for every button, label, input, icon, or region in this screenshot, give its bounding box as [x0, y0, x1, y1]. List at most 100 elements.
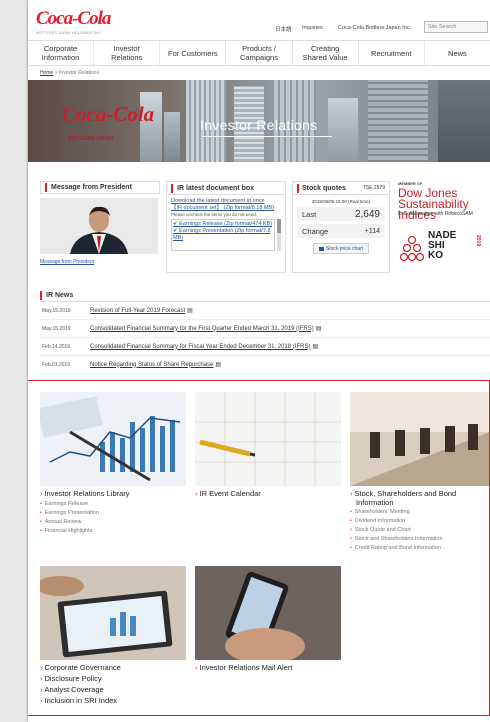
hero-logo: Coca-Cola	[62, 102, 155, 126]
site-logo-subtitle: BOTTLERS JAPAN HOLDINGS INC.	[36, 30, 102, 35]
analyst-coverage-label: Analyst Coverage	[44, 685, 104, 694]
language-link[interactable]: 日本語	[275, 25, 292, 33]
news-title[interactable]: Consolidated Financial Summary for Fisca…	[90, 344, 310, 350]
accent-bar	[171, 183, 173, 193]
news-item[interactable]: May.15.2019 Revision of Full-Year 2019 F…	[40, 302, 490, 320]
mail-alert-title: Investor Relations Mail Alert	[199, 663, 293, 672]
chevron-right-icon: ›	[40, 663, 43, 672]
breadcrumb-home[interactable]: Home	[40, 70, 53, 76]
nav-corporate-information[interactable]: Corporate Information	[28, 41, 95, 65]
earnings-presentation-checkbox[interactable]: ✔ Earnings Presentation (Zip format/7.8 …	[173, 228, 273, 242]
search-input[interactable]: Site Search	[424, 21, 488, 33]
smartphone-image	[195, 566, 341, 660]
mail-alert-link[interactable]: › Investor Relations Mail Alert	[195, 663, 292, 672]
earnings-presentation-label: Earnings Presentation (Zip format/7.8 MB…	[173, 228, 271, 241]
news-title[interactable]: Notice Regarding Status of Share Repurch…	[90, 362, 213, 368]
last-price-row: Last 2,649	[297, 207, 385, 221]
ir-news-header: IR News	[40, 291, 73, 300]
stock-shareholders-info-link[interactable]: Stock and Shareholders Information	[350, 535, 443, 544]
earnings-release-link[interactable]: Earnings Release	[40, 500, 99, 509]
news-item[interactable]: Feb.14.2019 Consolidated Financial Summa…	[40, 338, 490, 356]
chevron-right-icon: ›	[195, 489, 198, 498]
stock-quote-box: Stock quotes TSE:2579 2019/06/05 15:00 (…	[292, 181, 390, 273]
disclosure-policy-label: Disclosure Policy	[44, 674, 102, 683]
nav-label: Recruitment	[371, 48, 412, 58]
earnings-release-checkbox[interactable]: ✔ Earnings Release (Zip format/474 KB)	[173, 221, 273, 228]
nav-news[interactable]: News	[425, 41, 490, 65]
chevron-right-icon: ›	[350, 489, 353, 498]
dividend-information-link[interactable]: Dividend Information	[350, 517, 443, 526]
meeting-room-image	[350, 392, 490, 486]
breadcrumb-current: Investor Relations	[59, 70, 100, 76]
stock-shareholders-title: Stock, Shareholders and Bond	[354, 489, 457, 498]
nav-label: For Customers	[168, 48, 218, 58]
stock-datetime: 2019/06/05 15:00 (Real time)	[311, 199, 371, 204]
ir-library-link[interactable]: › Investor Relations Library	[40, 489, 130, 498]
pdf-icon: ▤	[315, 326, 322, 332]
sri-index-link[interactable]: › Inclusion in SRI Index	[40, 696, 117, 705]
ir-calendar-link[interactable]: › IR Event Calendar	[195, 489, 261, 498]
nadeshiko-logo[interactable]: NADE SHI KO 2019	[400, 231, 488, 267]
accent-bar	[40, 291, 42, 300]
news-item[interactable]: May.15.2019 Consolidated Financial Summa…	[40, 320, 490, 338]
news-item[interactable]: Feb.01.2019 Notice Regarding Status of S…	[40, 356, 490, 374]
document-set-link[interactable]: 【IR document set】 (Zip format/8.18 MB)	[171, 205, 281, 212]
nav-recruitment[interactable]: Recruitment	[359, 41, 425, 65]
stock-quote-chart-link[interactable]: Stock Quote and Chart	[350, 526, 443, 535]
nav-creating-shared-value[interactable]: Creating Shared Value	[293, 41, 359, 65]
financial-chart-image	[40, 392, 186, 486]
sri-index-label: Inclusion in SRI Index	[44, 696, 118, 705]
change-label: Change	[302, 226, 329, 236]
ccbji-link[interactable]: Coca-Cola Bottlers Japan Inc.	[338, 25, 411, 31]
site-logo[interactable]: Coca-Cola	[36, 8, 111, 30]
tablet-hands-image	[40, 566, 186, 660]
accent-bar	[297, 183, 299, 193]
checklist-scrollbar[interactable]	[277, 219, 281, 251]
shareholders-meeting-link[interactable]: Shareholders' Meeting	[350, 508, 443, 517]
inquiries-link[interactable]: Inquiries	[302, 25, 323, 31]
president-box-header: Message from President	[40, 181, 160, 194]
change-value: +114	[364, 227, 380, 235]
disclosure-policy-link[interactable]: › Disclosure Policy	[40, 674, 102, 683]
news-date: Feb.01.2019	[42, 361, 71, 368]
mail-alert-image[interactable]	[195, 566, 341, 660]
credit-rating-link[interactable]: Credit Rating and Bond Information	[350, 544, 443, 553]
hero-banner: Coca-Cola BOTTLERS JAPAN Investor Relati…	[28, 80, 490, 162]
nav-label: Creating Shared Value	[302, 44, 348, 62]
news-title[interactable]: Revision of Full-Year 2019 Forecast	[90, 308, 185, 314]
earnings-presentation-link[interactable]: Earnings Presentation	[40, 509, 99, 518]
document-box-header: IR latest document box	[167, 182, 285, 195]
news-title[interactable]: Consolidated Financial Summary for the F…	[90, 326, 314, 332]
nav-products-campaigns[interactable]: Products / Campaigns	[226, 41, 293, 65]
stock-chart-button-label: Stock price chart	[325, 246, 364, 252]
download-all-link[interactable]: Download the latest document at once	[171, 198, 281, 205]
page: Coca-Cola BOTTLERS JAPAN HOLDINGS INC. 日…	[28, 0, 490, 722]
nav-label: Investor Relations	[111, 44, 143, 62]
document-checklist[interactable]: ✔ Earnings Release (Zip format/474 KB) ✔…	[171, 219, 275, 251]
analyst-coverage-link[interactable]: › Analyst Coverage	[40, 685, 104, 694]
annual-review-link[interactable]: Annual Review	[40, 518, 99, 527]
ir-calendar-image[interactable]	[195, 392, 341, 486]
nav-label: Corporate Information	[41, 44, 80, 62]
president-message-link[interactable]: Message from President	[40, 259, 94, 265]
nav-for-customers[interactable]: For Customers	[160, 41, 227, 65]
stock-shareholders-link[interactable]: › Stock, Shareholders and Bond Information	[350, 489, 490, 507]
stock-box-title: Stock quotes	[302, 184, 346, 192]
president-box-title: Message from President	[51, 184, 132, 191]
last-price-value: 2,649	[354, 208, 380, 220]
document-box-title: IR latest document box	[177, 184, 255, 192]
ir-library-image[interactable]	[40, 392, 186, 486]
president-photo[interactable]	[40, 198, 158, 254]
news-date: Feb.14.2019	[42, 343, 71, 350]
governance-image[interactable]	[40, 566, 186, 660]
nav-investor-relations[interactable]: Investor Relations	[94, 41, 161, 65]
chevron-right-icon: ›	[40, 696, 43, 705]
news-date: May.15.2019	[42, 325, 71, 332]
financial-highlights-link[interactable]: Financial Highlights	[40, 527, 99, 536]
stock-chart-button[interactable]: Stock price chart	[313, 243, 369, 254]
hero-logo-subtitle: BOTTLERS JAPAN	[68, 136, 113, 142]
nadeshiko-year: 2019	[475, 235, 481, 247]
nav-label: News	[448, 48, 467, 58]
corporate-governance-link[interactable]: › Corporate Governance	[40, 663, 121, 672]
stock-shareholders-image[interactable]	[350, 392, 490, 486]
